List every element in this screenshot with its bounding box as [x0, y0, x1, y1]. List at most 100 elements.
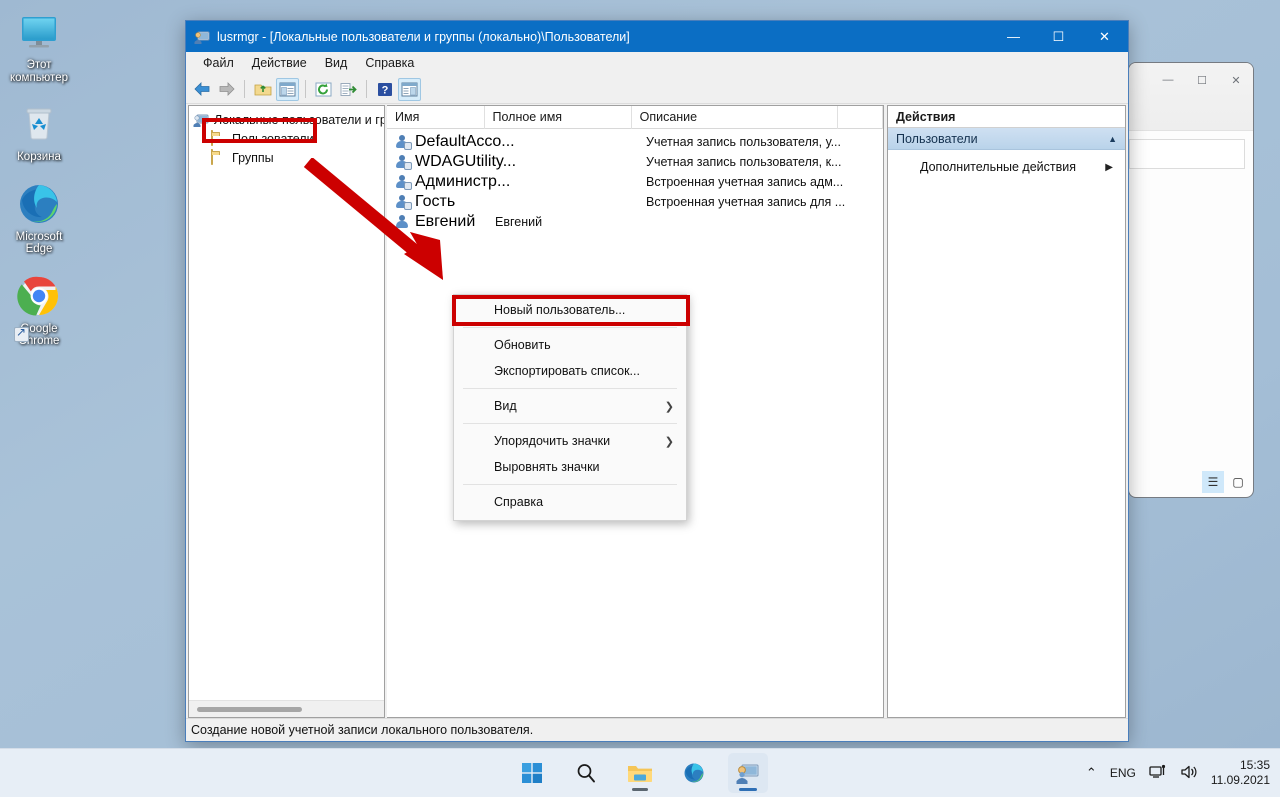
lusrmgr-icon — [194, 29, 210, 45]
table-row[interactable]: DefaultAcco... Учетная запись пользовате… — [387, 132, 883, 152]
show-hide-tree-button[interactable] — [276, 77, 299, 101]
help-button[interactable]: ? — [373, 78, 396, 101]
ctx-help[interactable]: Справка — [454, 489, 686, 515]
cell-name: DefaultAcco... — [415, 133, 515, 150]
column-header-name[interactable]: Имя — [387, 106, 485, 129]
network-icon[interactable] — [1149, 764, 1167, 783]
desktop-icon-label: Этот компьютер — [10, 59, 68, 84]
ctx-align-icons-label: Выровнять значки — [494, 460, 600, 474]
refresh-button[interactable] — [312, 78, 335, 101]
up-one-level-button[interactable] — [251, 78, 274, 101]
ctx-arrange-icons[interactable]: Упорядочить значки ❯ — [454, 428, 686, 454]
minimize-button[interactable]: — — [991, 21, 1036, 52]
ctx-align-icons[interactable]: Выровнять значки — [454, 454, 686, 480]
tree-horizontal-scrollbar[interactable] — [189, 700, 384, 717]
details-view-icon[interactable]: ☰ — [1202, 471, 1224, 493]
window-titlebar[interactable]: lusrmgr - [Локальные пользователи и груп… — [186, 21, 1128, 52]
volume-icon[interactable] — [1180, 764, 1198, 783]
chevron-right-icon: ❯ — [664, 400, 674, 413]
bg-minimize-button[interactable]: — — [1151, 67, 1185, 93]
windows-logo-icon — [522, 763, 542, 783]
language-indicator[interactable]: ENG — [1110, 766, 1136, 780]
action-more-actions[interactable]: Дополнительные действия ▶ — [888, 156, 1125, 178]
lusrmgr-icon — [736, 764, 759, 784]
chevron-up-icon[interactable]: ⌃ — [1086, 765, 1097, 781]
status-text: Создание новой учетной записи локального… — [191, 723, 534, 737]
folder-icon — [211, 129, 227, 147]
desktop-icon-microsoft-edge[interactable]: Microsoft Edge — [0, 180, 78, 342]
maximize-button[interactable]: ☐ — [1036, 21, 1081, 52]
menu-separator — [463, 423, 677, 424]
menu-help[interactable]: Справка — [356, 54, 423, 72]
menu-action[interactable]: Действие — [243, 54, 316, 72]
back-button[interactable] — [190, 78, 213, 101]
actions-group-users[interactable]: Пользователи ▲ — [888, 128, 1125, 150]
ctx-new-user-label: Новый пользователь... — [494, 303, 626, 317]
show-hide-action-pane-button[interactable] — [398, 77, 421, 101]
close-button[interactable]: ✕ — [1081, 21, 1128, 52]
taskbar: ⌃ ENG 15:35 11.09.2021 — [0, 748, 1280, 797]
bg-close-button[interactable]: ✕ — [1219, 67, 1253, 93]
svg-text:?: ? — [381, 84, 388, 96]
running-indicator — [632, 788, 648, 791]
menu-bar: Файл Действие Вид Справка — [186, 52, 1128, 75]
bg-address-bar[interactable] — [1129, 139, 1245, 169]
desktop-icon-google-chrome[interactable]: Google Chrome — [0, 272, 78, 348]
lusrmgr-button[interactable] — [728, 753, 768, 793]
ctx-refresh-label: Обновить — [494, 338, 551, 352]
search-button[interactable] — [566, 753, 606, 793]
menu-separator — [463, 327, 677, 328]
context-menu[interactable]: Новый пользователь... Обновить Экспортир… — [453, 294, 687, 521]
recycle-bin-icon — [15, 100, 63, 148]
system-tray: ⌃ ENG 15:35 11.09.2021 — [1086, 758, 1270, 788]
taskbar-buttons — [512, 753, 768, 793]
toolbar-separator — [305, 80, 306, 98]
status-bar: Создание новой учетной записи локального… — [186, 718, 1128, 741]
ctx-export-list[interactable]: Экспортировать список... — [454, 358, 686, 384]
tree-node-users[interactable]: Пользователи — [189, 129, 384, 148]
ctx-refresh[interactable]: Обновить — [454, 332, 686, 358]
edge-button[interactable] — [674, 753, 714, 793]
toolbar-separator — [366, 80, 367, 98]
background-window[interactable]: — ☐ ✕ ☰ ▢ — [1128, 62, 1254, 498]
column-header-full-name[interactable]: Полное имя — [485, 106, 632, 129]
folder-icon — [211, 148, 227, 166]
tree-node-root[interactable]: Локальные пользователи и гр — [189, 110, 384, 129]
clock[interactable]: 15:35 11.09.2021 — [1211, 758, 1270, 788]
desktop-icon-label: Microsoft Edge — [15, 230, 63, 256]
forward-button[interactable] — [215, 78, 238, 101]
bg-view-toggle-group: ☰ ▢ — [1202, 471, 1249, 493]
file-explorer-button[interactable] — [620, 753, 660, 793]
toolbar-separator — [244, 80, 245, 98]
desktop-icon-this-pc[interactable]: Этот компьютер — [0, 8, 78, 84]
annotation-arrow — [303, 158, 443, 280]
chevron-right-icon: ❯ — [664, 435, 674, 448]
running-indicator — [739, 788, 757, 791]
ctx-arrange-icons-label: Упорядочить значки — [494, 434, 611, 448]
start-button[interactable] — [512, 753, 552, 793]
large-icons-view-icon[interactable]: ▢ — [1227, 471, 1249, 493]
cell-description: Встроенная учетная запись для ... — [646, 195, 846, 209]
cell-description: Учетная запись пользователя, у... — [646, 135, 842, 149]
chevron-up-icon[interactable]: ▲ — [1108, 134, 1117, 144]
cell-full-name: Евгений — [495, 215, 543, 229]
bg-maximize-button[interactable]: ☐ — [1185, 67, 1219, 93]
edge-icon — [684, 763, 704, 783]
ctx-view[interactable]: Вид ❯ — [454, 393, 686, 419]
menu-file[interactable]: Файл — [194, 54, 243, 72]
actions-pane-title: Действия — [888, 106, 1125, 128]
menu-separator — [463, 388, 677, 389]
user-icon — [395, 135, 412, 150]
actions-pane[interactable]: Действия Пользователи ▲ Дополнительные д… — [887, 105, 1126, 718]
column-header-extra[interactable] — [838, 106, 883, 129]
ctx-export-list-label: Экспортировать список... — [494, 364, 640, 378]
desktop-icon-list: Этот компьютер Корзина Microsoft Edge — [0, 8, 78, 364]
scrollbar-thumb[interactable] — [197, 707, 302, 712]
desktop-icon-recycle-bin[interactable]: Корзина — [0, 100, 78, 164]
column-header-description[interactable]: Описание — [632, 106, 839, 129]
export-list-button[interactable] — [337, 78, 360, 101]
edge-icon — [15, 180, 63, 228]
tree-node-users-label: Пользователи — [232, 131, 314, 146]
ctx-new-user[interactable]: Новый пользователь... — [454, 297, 686, 323]
menu-view[interactable]: Вид — [316, 54, 357, 72]
